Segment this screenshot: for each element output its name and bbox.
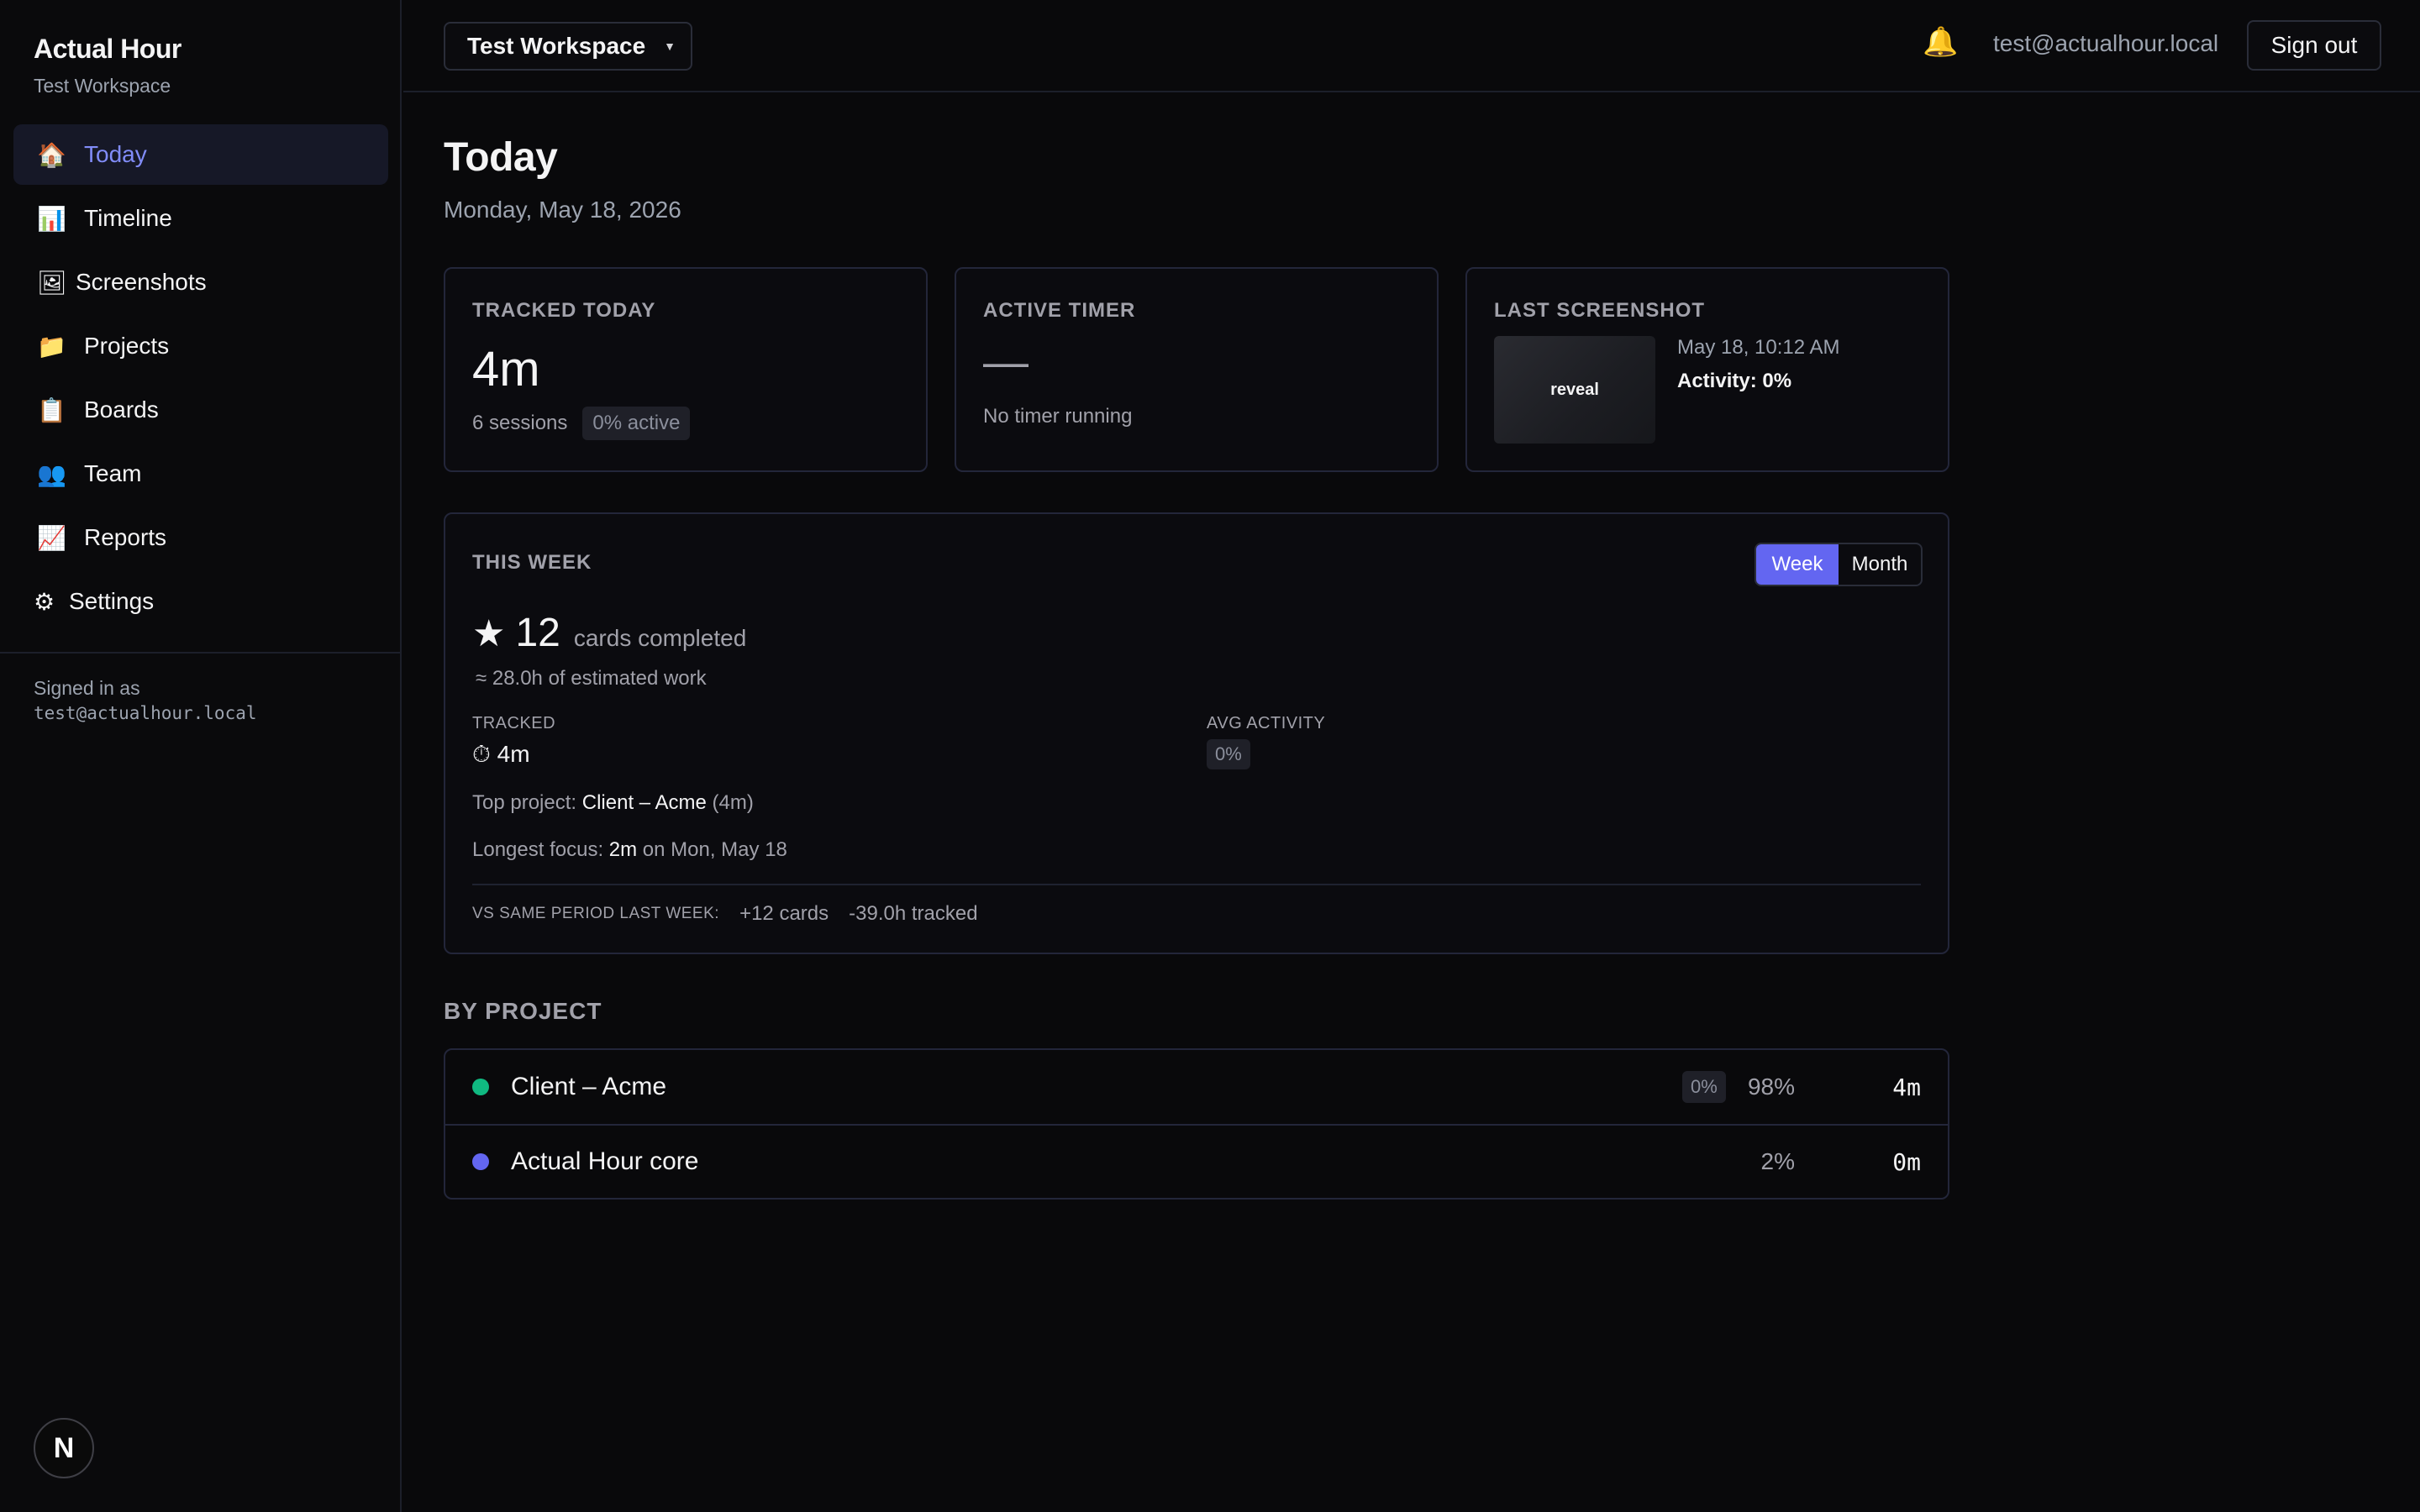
sidebar-item-label: Settings bbox=[69, 588, 155, 614]
avg-activity-label: AVG ACTIVITY bbox=[1207, 714, 1326, 732]
sidebar-divider bbox=[0, 652, 402, 654]
thumbnail-text: reveal bbox=[1550, 380, 1599, 399]
sidebar-item-label: Team bbox=[84, 460, 142, 486]
sidebar-item-label: Timeline bbox=[84, 205, 172, 231]
gear-icon: ⚙ bbox=[34, 588, 55, 615]
signed-in-info: Signed in as test@actualhour.local bbox=[34, 675, 257, 726]
top-project-name: Client – Acme bbox=[581, 791, 707, 814]
sidebar-item-label: Boards bbox=[84, 396, 159, 423]
chevron-down-icon: ▼ bbox=[664, 39, 676, 53]
sidebar-item-timeline[interactable]: 📊 Timeline bbox=[13, 188, 388, 249]
comparison-cards: +12 cards bbox=[739, 902, 829, 925]
sign-out-button[interactable]: Sign out bbox=[2247, 20, 2381, 71]
users-icon: 👥 bbox=[37, 460, 66, 487]
active-timer-card: ACTIVE TIMER — No timer running bbox=[955, 267, 1439, 472]
clipboard-icon: 📋 bbox=[37, 396, 66, 423]
picture-icon: 🖼 bbox=[37, 269, 67, 296]
sidebar-item-label: Screenshots bbox=[76, 269, 207, 295]
week-toggle-button[interactable]: Week bbox=[1756, 544, 1839, 585]
top-project-label: Top project: bbox=[472, 791, 577, 814]
comparison-tracked: -39.0h tracked bbox=[849, 902, 978, 925]
project-color-dot bbox=[472, 1079, 489, 1095]
project-name: Actual Hour core bbox=[511, 1147, 699, 1175]
workspace-name: Test Workspace bbox=[34, 75, 171, 97]
avg-activity-badge: 0% bbox=[1207, 739, 1250, 769]
project-time: 0m bbox=[1892, 1147, 1921, 1176]
project-name: Client – Acme bbox=[511, 1073, 667, 1100]
last-screenshot-card: LAST SCREENSHOT reveal May 18, 10:12 AM … bbox=[1465, 267, 1949, 472]
sidebar: Actual Hour Test Workspace 🏠 Today 📊 Tim… bbox=[0, 0, 402, 1512]
sidebar-item-label: Projects bbox=[84, 333, 170, 359]
star-icon: ★ bbox=[472, 613, 506, 654]
card-label: TRACKED TODAY bbox=[472, 299, 656, 322]
sidebar-item-boards[interactable]: 📋 Boards bbox=[13, 380, 388, 440]
signed-in-label: Signed in as bbox=[34, 677, 140, 699]
active-badge: 0% active bbox=[582, 407, 691, 440]
bell-icon[interactable]: 🔔 bbox=[1923, 25, 1958, 59]
workspace-select-value: Test Workspace bbox=[467, 33, 646, 59]
project-percent: 2% bbox=[1760, 1148, 1795, 1174]
longest-focus-date: on Mon, May 18 bbox=[642, 838, 787, 861]
top-project-time: (4m) bbox=[712, 791, 754, 814]
month-toggle-button[interactable]: Month bbox=[1839, 544, 1921, 585]
sidebar-item-screenshots[interactable]: 🖼 Screenshots bbox=[13, 252, 388, 312]
sidebar-item-label: Reports bbox=[84, 524, 167, 550]
divider bbox=[472, 884, 1921, 885]
tracked-value: ⏱ 4m bbox=[472, 741, 530, 767]
by-project-heading: BY PROJECT bbox=[444, 998, 602, 1024]
brand: Actual Hour Test Workspace bbox=[34, 34, 182, 97]
screenshot-thumbnail[interactable]: reveal bbox=[1494, 336, 1655, 444]
folder-icon: 📁 bbox=[37, 333, 66, 360]
project-color-dot bbox=[472, 1153, 489, 1170]
this-week-card: THIS WEEK Week Month ★ 12 cards complete… bbox=[444, 512, 1949, 954]
sidebar-item-settings[interactable]: ⚙ Settings bbox=[13, 571, 388, 632]
sessions-row: 6 sessions 0% active bbox=[472, 407, 691, 440]
page-date: Monday, May 18, 2026 bbox=[444, 197, 681, 223]
project-row[interactable]: Client – Acme 0% 98% 4m bbox=[445, 1050, 1948, 1124]
sidebar-item-label: Today bbox=[84, 141, 147, 167]
tracked-label: TRACKED bbox=[472, 714, 556, 732]
sessions-count: 6 sessions bbox=[472, 412, 568, 434]
top-project: Top project: Client – Acme (4m) bbox=[472, 791, 754, 815]
sidebar-item-reports[interactable]: 📈 Reports bbox=[13, 507, 388, 568]
project-percent: 98% bbox=[1747, 1074, 1795, 1100]
home-icon: 🏠 bbox=[37, 141, 66, 168]
signed-in-email: test@actualhour.local bbox=[34, 703, 257, 723]
sidebar-item-projects[interactable]: 📁 Projects bbox=[13, 316, 388, 376]
next-logo-icon[interactable]: N bbox=[34, 1418, 94, 1478]
activity-badge: 0% bbox=[1682, 1071, 1726, 1103]
timer-status: No timer running bbox=[983, 405, 1133, 428]
cards-completed: ★ 12 cards completed bbox=[472, 610, 746, 656]
app-title: Actual Hour bbox=[34, 34, 182, 64]
estimated-work: ≈ 28.0h of estimated work bbox=[476, 667, 707, 690]
timer-value: — bbox=[983, 337, 1028, 387]
project-row[interactable]: Actual Hour core 2% 0m bbox=[445, 1124, 1948, 1198]
comparison-row: VS SAME PERIOD LAST WEEK: +12 cards -39.… bbox=[472, 902, 998, 926]
card-label: LAST SCREENSHOT bbox=[1494, 299, 1706, 322]
bar-chart-icon: 📊 bbox=[37, 205, 66, 232]
card-label: ACTIVE TIMER bbox=[983, 299, 1136, 322]
line-chart-icon: 📈 bbox=[37, 524, 66, 551]
longest-focus: Longest focus: 2m on Mon, May 18 bbox=[472, 838, 787, 862]
project-list: Client – Acme 0% 98% 4m Actual Hour core… bbox=[444, 1048, 1949, 1200]
workspace-select[interactable]: Test Workspace ▼ bbox=[444, 22, 692, 71]
sidebar-nav: 🏠 Today 📊 Timeline 🖼 Screenshots 📁 Proje… bbox=[13, 124, 388, 635]
screenshot-activity: Activity: 0% bbox=[1677, 370, 1792, 392]
screenshot-time: May 18, 10:12 AM bbox=[1677, 336, 1840, 359]
sidebar-item-today[interactable]: 🏠 Today bbox=[13, 124, 388, 185]
longest-focus-value: 2m bbox=[608, 838, 638, 861]
tracked-today-card: TRACKED TODAY 4m 6 sessions 0% active bbox=[444, 267, 928, 472]
tracked-today-value: 4m bbox=[472, 342, 540, 396]
cards-completed-count: 12 bbox=[515, 611, 560, 655]
cards-completed-label: cards completed bbox=[573, 625, 747, 651]
page-title: Today bbox=[444, 135, 558, 180]
period-toggle: Week Month bbox=[1754, 543, 1923, 586]
top-bar: Test Workspace ▼ 🔔 test@actualhour.local… bbox=[403, 0, 2420, 92]
comparison-label: VS SAME PERIOD LAST WEEK: bbox=[472, 905, 720, 922]
user-email: test@actualhour.local bbox=[1993, 30, 2219, 56]
sidebar-item-team[interactable]: 👥 Team bbox=[13, 444, 388, 504]
card-label: THIS WEEK bbox=[472, 551, 592, 574]
project-time: 4m bbox=[1892, 1073, 1921, 1101]
longest-focus-label: Longest focus: bbox=[472, 838, 604, 861]
